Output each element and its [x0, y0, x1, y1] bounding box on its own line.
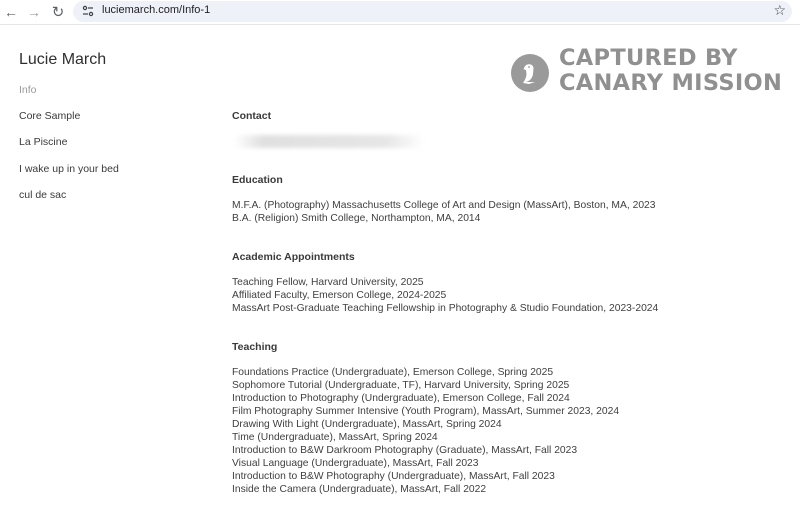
teaching-heading: Teaching [232, 341, 278, 353]
teaching-item: Time (Undergraduate), MassArt, Spring 20… [232, 432, 438, 443]
education-section: Education M.F.A. (Photography) Massachus… [232, 174, 792, 225]
contact-heading: Contact [232, 110, 272, 122]
contact-section: Contact [232, 110, 792, 148]
reload-icon[interactable]: ↻ [49, 3, 67, 21]
browser-toolbar: ← → ↻ luciemarch.com/Info-1 ☆ [0, 0, 800, 25]
watermark-line-1: CAPTURED BY [559, 45, 738, 71]
watermark-line-2: CANARY MISSION [559, 70, 783, 96]
canary-bird-icon [511, 54, 549, 92]
teaching-item: Inside the Camera (Undergraduate), MassA… [232, 484, 487, 495]
teaching-item: Introduction to Photography (Undergradua… [232, 393, 570, 404]
education-item: M.F.A. (Photography) Massachusetts Colle… [232, 200, 656, 211]
teaching-item: Drawing With Light (Undergraduate), Mass… [232, 419, 502, 430]
appointments-section: Academic Appointments Teaching Fellow, H… [232, 251, 792, 315]
site-info-icon[interactable] [81, 4, 95, 18]
appointment-item: MassArt Post-Graduate Teaching Fellowshi… [232, 303, 659, 314]
teaching-item: Film Photography Summer Intensive (Youth… [232, 406, 620, 417]
sidebar-item-la-piscine[interactable]: La Piscine [19, 136, 119, 162]
teaching-item: Visual Language (Undergraduate), MassArt… [232, 458, 479, 469]
teaching-item: Introduction to B&W Photography (Undergr… [232, 471, 555, 482]
site-title[interactable]: Lucie March [19, 51, 106, 69]
education-heading: Education [232, 174, 283, 186]
appointment-item: Affiliated Faculty, Emerson College, 202… [232, 290, 447, 301]
sidebar-item-core-sample[interactable]: Core Sample [19, 110, 119, 136]
sidebar-item-cul-de-sac[interactable]: cul de sac [19, 189, 119, 215]
sidebar-item-info[interactable]: Info [19, 84, 119, 110]
teaching-item: Sophomore Tutorial (Undergraduate, TF), … [232, 380, 570, 391]
forward-arrow-icon[interactable]: → [25, 3, 43, 21]
appointments-heading: Academic Appointments [232, 251, 355, 263]
teaching-section: Teaching Foundations Practice (Undergrad… [232, 341, 792, 496]
teaching-item: Introduction to B&W Darkroom Photography… [232, 445, 578, 456]
teaching-item: Foundations Practice (Undergraduate), Em… [232, 367, 554, 378]
education-item: B.A. (Religion) Smith College, Northampt… [232, 213, 481, 224]
address-bar[interactable]: luciemarch.com/Info-1 ☆ [73, 1, 792, 22]
bookmark-star-icon[interactable]: ☆ [773, 2, 786, 19]
watermark-text: CAPTURED BY CANARY MISSION [559, 46, 794, 96]
redacted-contact-info [234, 135, 424, 148]
sidebar-item-i-wake-up-in-your-bed[interactable]: I wake up in your bed [19, 163, 119, 189]
info-content: Contact Education M.F.A. (Photography) M… [232, 110, 792, 496]
sidebar-nav: Info Core Sample La Piscine I wake up in… [19, 84, 119, 215]
url-text[interactable]: luciemarch.com/Info-1 [102, 4, 210, 16]
back-arrow-icon[interactable]: ← [2, 3, 20, 21]
appointment-item: Teaching Fellow, Harvard University, 202… [232, 277, 424, 288]
